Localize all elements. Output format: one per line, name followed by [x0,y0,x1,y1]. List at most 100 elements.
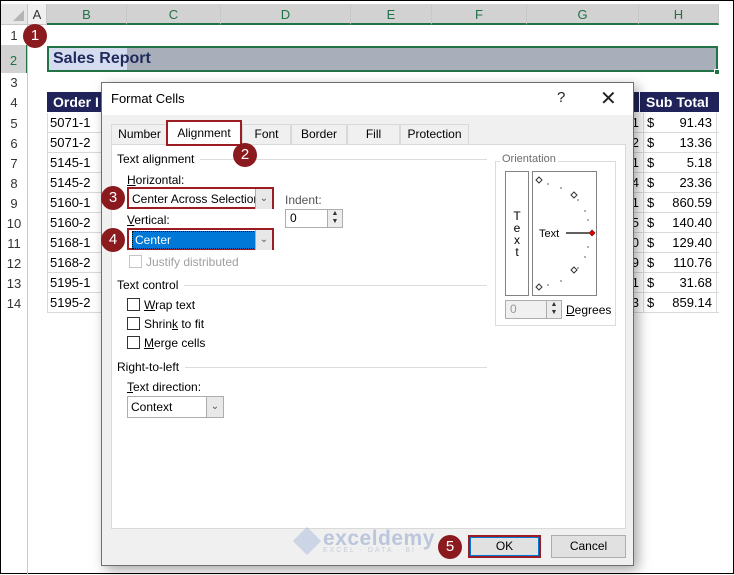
tab-number[interactable]: Number [111,124,168,145]
cancel-button[interactable]: Cancel [551,535,626,558]
tab-fill[interactable]: Fill [347,124,400,145]
wrap-text-label[interactable]: Wrap text [144,298,195,312]
column-header-f[interactable]: F [432,4,527,25]
merge-text: erge cells [154,336,206,350]
text-control-section-label: Text control [117,278,185,292]
justify-distributed-checkbox[interactable] [129,255,142,268]
dial-text: Text [539,228,559,240]
vertical-select[interactable]: Center ⌄ [127,228,274,250]
shrink-to-fit-checkbox[interactable] [127,317,140,330]
ok-button[interactable]: OK [468,535,541,558]
chevron-down-icon[interactable]: ⌄ [255,230,272,250]
indent-spinner[interactable]: 0 ▲ ▼ [285,209,343,228]
divider [182,285,487,286]
column-header-d[interactable]: D [221,4,351,25]
dialog-title: Format Cells [111,91,185,106]
merge-cells-checkbox[interactable] [127,336,140,349]
tab-font[interactable]: Font [242,124,291,145]
sub-total-cell[interactable]: 23.36 [657,173,717,193]
currency-symbol-cell[interactable]: $ [643,253,657,273]
horizontal-label: Horizontal: [127,173,184,187]
sub-total-cell[interactable]: 31.68 [657,273,717,293]
spin-up-down-icon[interactable]: ▲ ▼ [546,301,561,318]
spin-up-down-icon[interactable]: ▲ ▼ [327,210,342,227]
sub-total-cell[interactable]: 13.36 [657,133,717,153]
degrees-value: 0 [510,302,517,316]
divider [184,367,487,368]
text-direction-value: Context [131,400,173,414]
column-header-g[interactable]: G [527,4,639,25]
dialog-titlebar[interactable]: Format Cells ? ✕ [102,83,633,115]
callout-step-3: 3 [101,186,125,210]
column-header-c[interactable]: C [127,4,221,25]
sub-total-cell[interactable]: 140.40 [657,213,717,233]
sub-total-cell[interactable]: 129.40 [657,233,717,253]
justify-distributed-label[interactable]: Justify distributed [146,255,239,269]
currency-symbol-cell[interactable]: $ [643,193,657,213]
exceldemy-watermark: exceldemy EXCEL · DATA · BI [292,526,435,556]
text-direction-label: Text direction: [127,380,201,394]
callout-step-1: 1 [23,24,47,48]
tab-border[interactable]: Border [291,124,347,145]
fill-handle[interactable] [714,69,720,75]
currency-symbol-cell[interactable]: $ [643,213,657,233]
vertical-label-text: ertical: [134,213,170,227]
sub-total-cell[interactable]: 110.76 [657,253,717,273]
currency-symbol-cell[interactable]: $ [643,153,657,173]
degrees-spinner[interactable]: 0 ▲ ▼ [505,300,562,319]
currency-symbol-cell[interactable]: $ [643,173,657,193]
select-all-triangle-icon [13,10,24,21]
close-icon[interactable]: ✕ [600,86,617,111]
chevron-down-icon[interactable]: ⌄ [255,189,272,209]
orientation-section-label: Orientation [500,153,558,165]
sub-total-cell[interactable]: 860.59 [657,193,717,213]
right-to-left-section-label: Right-to-left [117,360,186,374]
text-alignment-section-label: Text alignment [117,152,201,166]
vertical-text-toggle[interactable]: T e x t [505,171,529,296]
shrink-text-rest: to fit [178,317,205,331]
currency-symbol-cell[interactable]: $ [643,233,657,253]
orientation-dial[interactable]: Text [532,171,597,296]
currency-symbol-cell[interactable]: $ [643,293,657,313]
tab-alignment[interactable]: Alignment [166,120,242,146]
dial-pointer-marker[interactable] [588,229,596,237]
text-direction-text: ext direction: [133,380,202,394]
column-header-b[interactable]: B [47,4,127,25]
help-button[interactable]: ? [557,89,565,106]
currency-symbol-cell[interactable]: $ [643,273,657,293]
currency-symbol-cell[interactable]: $ [643,133,657,153]
sub-total-cell[interactable]: 859.14 [657,293,717,313]
vertical-letter: t [515,245,519,259]
column-header-h[interactable]: H [639,4,719,25]
sub-total-cell[interactable]: 91.43 [657,113,717,133]
degrees-accel: D [566,303,575,317]
text-direction-select[interactable]: Context ⌄ [127,396,224,418]
callout-step-2: 2 [233,143,257,167]
merge-cells-label[interactable]: Merge cells [144,336,205,350]
wrap-text-checkbox[interactable] [127,298,140,311]
column-header-e[interactable]: E [351,4,432,25]
title-cell-text: Sales Report [53,50,151,67]
horizontal-select-value: Center Across Selection [132,192,261,206]
format-cells-dialog: Format Cells ? ✕ Number Alignment Font B… [101,82,634,566]
horizontal-select[interactable]: Center Across Selection ⌄ [127,187,274,209]
select-all-corner[interactable] [1,4,28,25]
shrink-to-fit-label[interactable]: Shrink to fit [144,317,204,331]
indent-value: 0 [290,211,297,225]
chevron-down-icon[interactable]: ⌄ [206,397,223,417]
merge-accel: M [144,336,154,350]
tab-protection[interactable]: Protection [400,124,469,145]
wrap-text-text: rap text [155,298,196,312]
horizontal-label-text: orizontal: [135,173,185,187]
shrink-text-pre: Shrin [144,317,173,331]
title-cell-selection[interactable]: Sales Report [47,46,718,72]
degrees-label: Degrees [566,303,611,317]
degrees-text: egrees [574,303,612,317]
callout-step-4: 4 [101,228,125,252]
currency-symbol-cell[interactable]: $ [643,113,657,133]
sub-total-cell[interactable]: 5.18 [657,153,717,173]
orientation-dial-graphic: Text [535,176,596,291]
column-header-a[interactable]: A [28,4,47,25]
vertical-label: Vertical: [127,213,170,227]
callout-step-5: 5 [438,535,462,559]
